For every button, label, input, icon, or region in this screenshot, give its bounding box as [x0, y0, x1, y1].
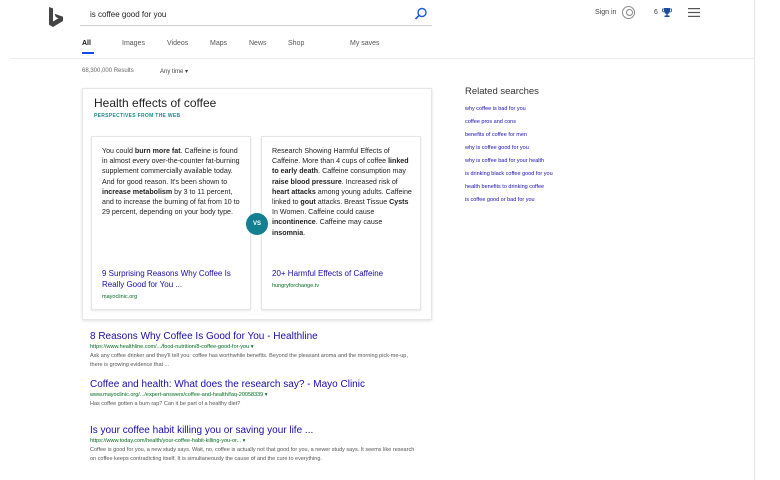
tab-maps[interactable]: Maps — [210, 40, 227, 47]
search-result: Coffee and health: What does the researc… — [90, 379, 420, 409]
perspective-source-link[interactable]: 20+ Harmful Effects of Caffeine — [272, 268, 414, 279]
related-search-link[interactable]: health benefits to drinking coffee — [465, 181, 665, 194]
related-search-link[interactable]: why is coffee bad for your health — [465, 155, 665, 168]
card-subtitle: PERSPECTIVES FROM THE WEB — [94, 113, 181, 119]
perspectives-answer-card: Health effects of coffee PERSPECTIVES FR… — [82, 88, 432, 320]
result-title-link[interactable]: Coffee and health: What does the researc… — [90, 379, 420, 391]
perspective-source-domain: hungryforchange.tv — [272, 283, 320, 289]
bing-logo-icon[interactable] — [46, 6, 66, 28]
sign-in-link[interactable]: Sign in — [595, 9, 616, 16]
tab-images[interactable]: Images — [122, 40, 145, 47]
user-avatar-icon[interactable] — [622, 6, 635, 19]
vs-badge: VS — [246, 213, 268, 235]
result-url[interactable]: www.mayoclinic.org/.../expert-answers/co… — [90, 392, 420, 399]
result-snippet: Has coffee gotten a bum rap? Can it be p… — [90, 401, 241, 407]
active-tab-indicator — [82, 52, 94, 54]
related-searches: Related searches why coffee is bad for y… — [465, 86, 665, 207]
search-result: Is your coffee habit killing you or savi… — [90, 425, 420, 463]
trophy-icon[interactable] — [662, 7, 672, 18]
related-search-link[interactable]: benefits of coffee for men — [465, 129, 665, 142]
search-result: 8 Reasons Why Coffee Is Good for You - H… — [90, 331, 420, 369]
tab-news[interactable]: News — [249, 40, 267, 47]
result-snippet: Ask any coffee drinker and they'll tell … — [90, 353, 408, 368]
tab-all[interactable]: All — [82, 40, 91, 47]
search-input[interactable] — [90, 6, 390, 22]
search-icon[interactable] — [414, 7, 428, 21]
card-title: Health effects of coffee — [94, 96, 217, 110]
rewards-count[interactable]: 6 — [654, 9, 658, 16]
perspective-source-link[interactable]: 9 Surprising Reasons Why Coffee Is Reall… — [102, 268, 244, 290]
hamburger-menu-icon[interactable] — [688, 8, 700, 17]
tab-videos[interactable]: Videos — [167, 40, 188, 47]
result-snippet: Coffee is good for you, a new study says… — [90, 447, 415, 462]
related-search-link[interactable]: coffee pros and cons — [465, 116, 665, 129]
search-results-page: Sign in 6 All Images Videos Maps News Sh… — [10, 0, 755, 480]
perspective-text: Research Showing Harmful Effects of Caff… — [272, 147, 412, 237]
tab-my-saves[interactable]: My saves — [350, 40, 380, 47]
related-search-link[interactable]: why coffee is bad for you — [465, 103, 665, 116]
time-filter-dropdown[interactable]: Any time ▾ — [160, 68, 188, 75]
search-box — [80, 3, 432, 26]
related-search-link[interactable]: why is coffee good for you — [465, 142, 665, 155]
perspective-source-domain: mayoclinic.org — [102, 294, 138, 300]
tab-shop[interactable]: Shop — [288, 40, 304, 47]
related-search-link[interactable]: is drinking black coffee good for you — [465, 168, 665, 181]
perspective-panel-con: Research Showing Harmful Effects of Caff… — [261, 136, 421, 310]
result-url[interactable]: https://www.today.com/health/your-coffee… — [90, 438, 420, 445]
results-count: 68,300,000 Results — [82, 68, 134, 74]
header-divider — [10, 58, 755, 59]
related-search-link[interactable]: is coffee good or bad for you — [465, 194, 665, 207]
result-title-link[interactable]: Is your coffee habit killing you or savi… — [90, 425, 420, 437]
result-url[interactable]: https://www.healthline.com/.../food-nutr… — [90, 344, 420, 351]
perspective-text: You could burn more fat. Caffeine is fou… — [102, 147, 240, 217]
perspective-panel-pro: You could burn more fat. Caffeine is fou… — [91, 136, 251, 310]
result-title-link[interactable]: 8 Reasons Why Coffee Is Good for You - H… — [90, 331, 420, 343]
related-searches-title: Related searches — [465, 86, 539, 97]
